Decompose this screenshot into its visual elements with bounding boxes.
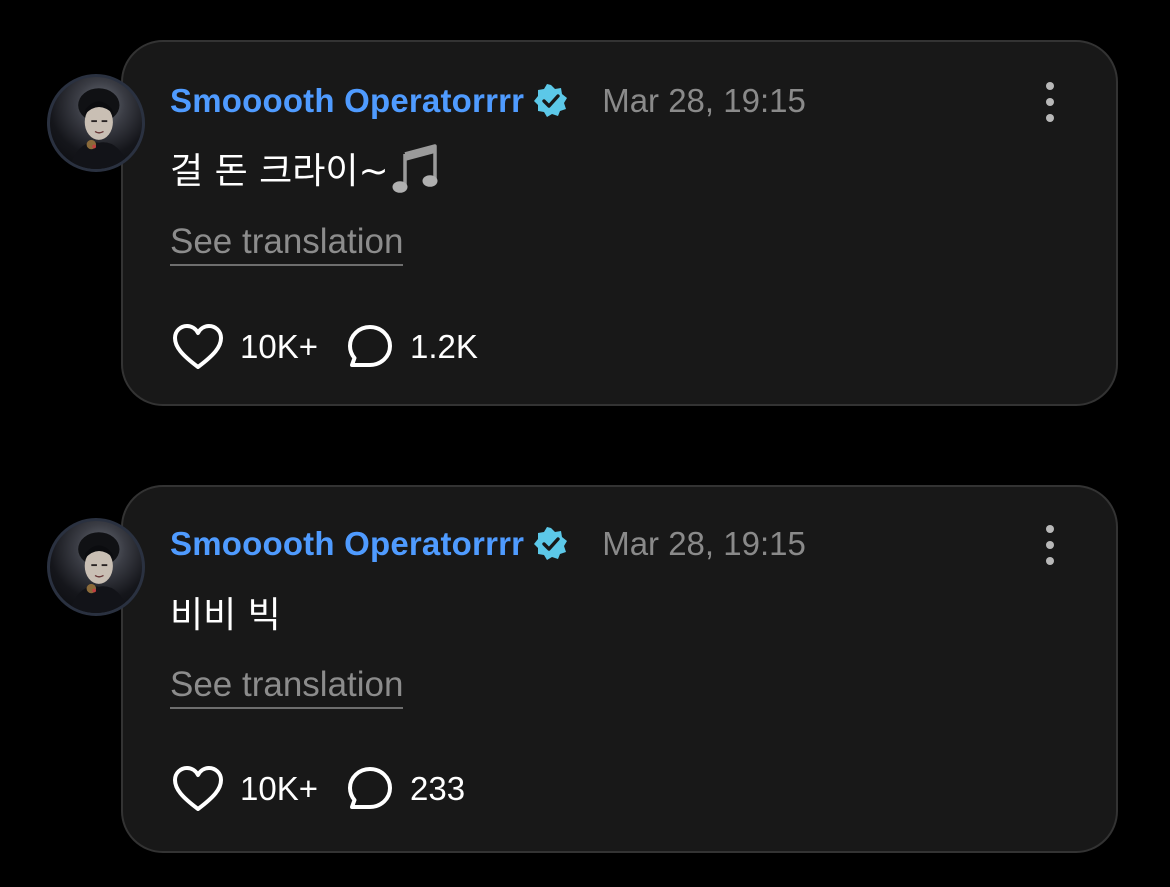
like-count: 10K+	[240, 770, 318, 807]
comment-button[interactable]: 1.2K	[346, 323, 478, 371]
see-translation-link[interactable]: See translation	[170, 665, 404, 709]
music-note-icon	[391, 140, 441, 196]
like-button[interactable]: 10K+	[172, 323, 318, 371]
more-options-icon[interactable]	[1030, 80, 1070, 124]
timestamp: Mar 28, 19:15	[602, 82, 806, 119]
post-actions: 10K+ 233	[172, 763, 493, 815]
post-text: 걸 돈 크라이~	[170, 140, 441, 196]
author-name[interactable]: Smooooth Operatorrrr	[170, 82, 524, 120]
verified-badge-icon	[534, 527, 568, 561]
post-text: 비비 빅	[170, 584, 281, 640]
avatar-image	[68, 88, 129, 169]
timestamp: Mar 28, 19:15	[602, 525, 806, 562]
post-header: Smooooth Operatorrrr Mar 28, 19:15	[170, 78, 806, 124]
avatar[interactable]	[47, 518, 145, 616]
comment-bubble-icon	[348, 325, 392, 367]
more-options-icon[interactable]	[1030, 523, 1070, 567]
post-text-body: 비비 빅	[170, 595, 281, 636]
heart-icon	[173, 766, 223, 811]
comment-button[interactable]: 233	[346, 765, 465, 813]
avatar[interactable]	[47, 74, 145, 172]
heart-icon	[173, 324, 223, 369]
comment-count: 1.2K	[410, 328, 478, 365]
avatar-image	[68, 532, 129, 613]
comment-bubble-icon	[348, 767, 392, 809]
post-text-body: 걸 돈 크라이~	[170, 151, 389, 192]
like-button[interactable]: 10K+	[172, 765, 318, 813]
author-name[interactable]: Smooooth Operatorrrr	[170, 525, 524, 563]
post-header: Smooooth Operatorrrr Mar 28, 19:15	[170, 521, 806, 567]
like-count: 10K+	[240, 328, 318, 365]
verified-badge-icon	[534, 84, 568, 118]
comment-count: 233	[410, 770, 466, 807]
post-actions: 10K+ 1.2K	[172, 321, 506, 373]
see-translation-link[interactable]: See translation	[170, 222, 404, 266]
